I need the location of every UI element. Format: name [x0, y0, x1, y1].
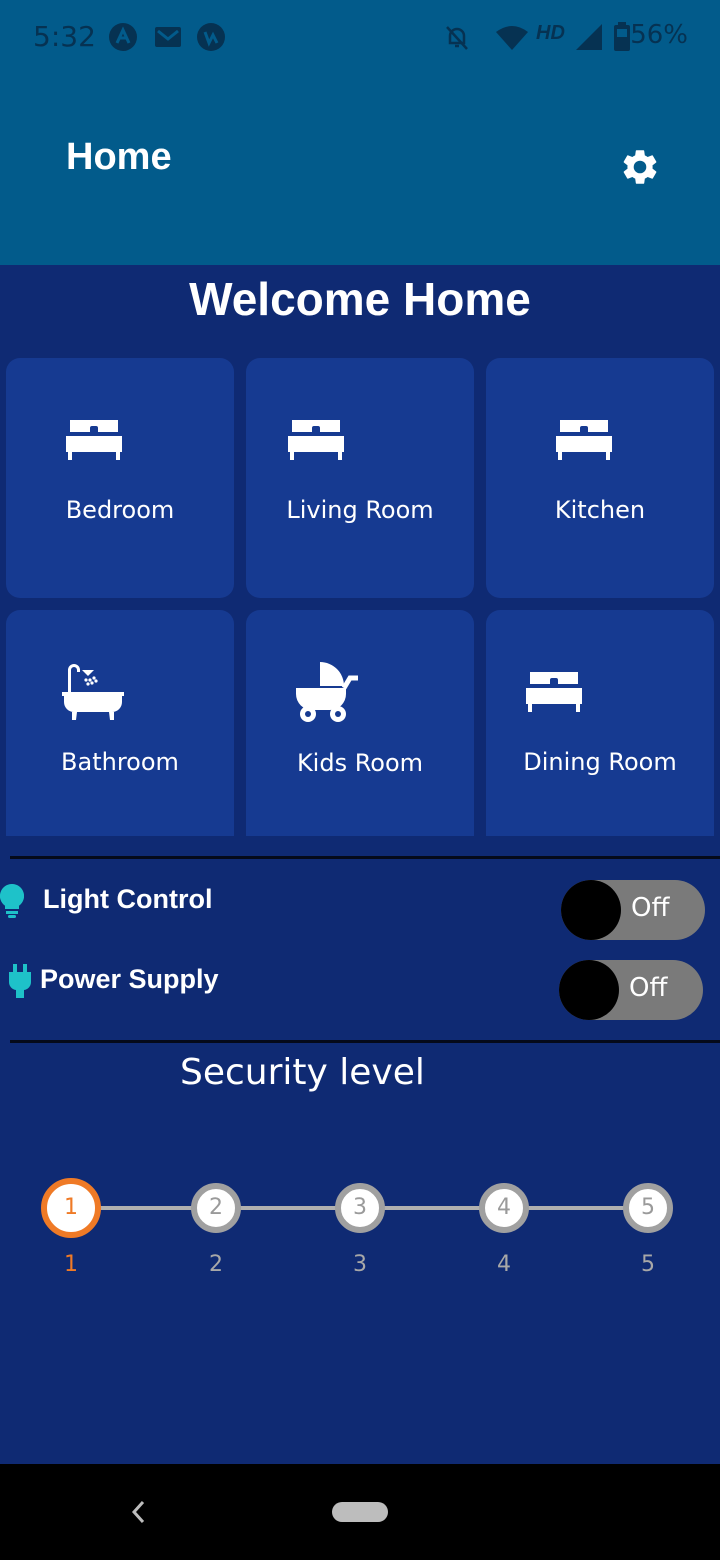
app-bar: 5:32 HD 56% Home	[0, 0, 720, 265]
stroller-icon	[296, 662, 358, 722]
a-app-icon	[109, 23, 137, 51]
bed-icon	[556, 420, 612, 460]
power-supply-label: Power Supply	[40, 964, 219, 994]
room-card-bedroom[interactable]: Bedroom	[6, 358, 234, 598]
battery-icon	[614, 22, 630, 51]
vpn-icon	[197, 23, 225, 51]
gear-icon[interactable]	[619, 146, 661, 188]
system-nav-bar	[0, 1464, 720, 1560]
room-label: Bathroom	[61, 748, 179, 776]
welcome-heading: Welcome Home	[189, 273, 531, 325]
status-time: 5:32	[33, 20, 96, 53]
bed-icon	[288, 420, 344, 460]
room-card-kids-room[interactable]: Kids Room	[246, 610, 474, 836]
network-badge: HD	[536, 22, 565, 44]
page-title: Home	[66, 136, 172, 178]
security-step-1[interactable]: 1	[41, 1178, 101, 1238]
light-control-toggle[interactable]: Off	[561, 880, 705, 940]
signal-icon	[576, 24, 602, 50]
home-pill-button[interactable]	[332, 1502, 388, 1522]
lightbulb-icon	[0, 884, 24, 918]
room-card-bathroom[interactable]: Bathroom	[6, 610, 234, 836]
security-step-label: 1	[64, 1252, 78, 1277]
notifications-off-icon	[446, 26, 468, 50]
security-step-label: 4	[497, 1252, 511, 1277]
bed-icon	[66, 420, 122, 460]
security-step-label: 3	[353, 1252, 367, 1277]
room-label: Dining Room	[523, 748, 677, 776]
security-step-4[interactable]: 4	[479, 1183, 529, 1233]
room-card-dining-room[interactable]: Dining Room	[486, 610, 714, 836]
room-card-kitchen[interactable]: Kitchen	[486, 358, 714, 598]
room-label: Living Room	[286, 496, 434, 524]
room-label: Bedroom	[65, 496, 175, 524]
plug-icon	[8, 964, 32, 998]
status-bar: 5:32 HD 56%	[0, 0, 720, 72]
room-card-living-room[interactable]: Living Room	[246, 358, 474, 598]
bed-icon	[526, 672, 582, 712]
power-supply-toggle[interactable]: Off	[559, 960, 703, 1020]
security-step-2[interactable]: 2	[191, 1183, 241, 1233]
battery-level: 56%	[630, 20, 688, 50]
security-step-label: 2	[209, 1252, 223, 1277]
divider	[10, 856, 720, 859]
light-control-label: Light Control	[43, 884, 213, 914]
divider	[10, 1040, 720, 1043]
security-step-label: 5	[641, 1252, 655, 1277]
security-step-3[interactable]: 3	[335, 1183, 385, 1233]
wifi-icon	[496, 26, 528, 50]
toggle-knob	[561, 880, 621, 940]
toggle-state: Off	[629, 973, 668, 1003]
gmail-icon	[155, 27, 181, 47]
security-step-5[interactable]: 5	[623, 1183, 673, 1233]
security-level-title: Security level	[180, 1052, 425, 1093]
toggle-knob	[559, 960, 619, 1020]
bathtub-icon	[62, 664, 124, 720]
toggle-state: Off	[631, 893, 670, 923]
back-icon[interactable]	[130, 1500, 146, 1524]
room-label: Kids Room	[296, 749, 424, 777]
room-label: Kitchen	[554, 496, 646, 524]
